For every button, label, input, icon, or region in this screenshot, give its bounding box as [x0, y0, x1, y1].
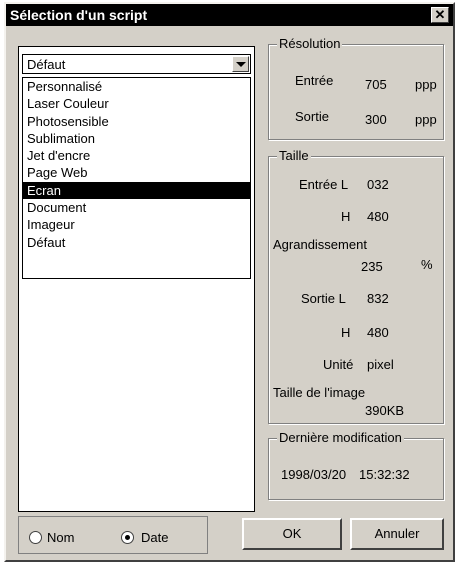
size-input-width-value: 032 — [367, 177, 389, 192]
resolution-output-value: 300 — [365, 112, 387, 127]
last-modified-group: Dernière modification 1998/03/20 15:32:3… — [268, 430, 444, 500]
size-output-height-label: H — [341, 325, 351, 340]
script-option[interactable]: Personnalisé — [23, 78, 250, 95]
sort-by-date-label[interactable]: Date — [141, 530, 168, 545]
script-option[interactable]: Page Web — [23, 164, 250, 181]
resolution-input-unit: ppp — [415, 77, 437, 92]
last-modified-time: 15:32:32 — [359, 467, 410, 482]
sort-by-date-radio[interactable] — [121, 531, 134, 544]
script-list-panel: Défaut Personnalisé Laser Couleur Photos… — [18, 46, 255, 512]
size-output-width-label: Sortie L — [301, 291, 346, 306]
image-size-value: 390KB — [365, 403, 405, 418]
script-combobox[interactable]: Défaut — [22, 54, 251, 74]
last-modified-date: 1998/03/20 — [281, 467, 347, 482]
script-option[interactable]: Jet d'encre — [23, 147, 250, 164]
sort-by-name-label[interactable]: Nom — [47, 530, 74, 545]
script-dropdown-list: Personnalisé Laser Couleur Photosensible… — [22, 77, 251, 279]
sort-by-name-radio[interactable] — [29, 531, 42, 544]
size-scale-value: 235 — [361, 259, 383, 274]
dialog-title: Sélection d'un script — [10, 7, 148, 23]
script-option[interactable]: Sublimation — [23, 130, 250, 147]
size-input-height-label: H — [341, 209, 351, 224]
close-button[interactable]: ✕ — [431, 7, 449, 23]
size-input-height-value: 480 — [367, 209, 389, 224]
size-unit-label: Unité — [323, 357, 354, 372]
size-group-title: Taille — [277, 148, 311, 163]
size-scale-unit: % — [421, 257, 433, 272]
script-option[interactable]: Imageur — [23, 216, 250, 233]
resolution-group: Résolution Entrée 705 ppp Sortie 300 ppp — [268, 36, 444, 140]
last-modified-title: Dernière modification — [277, 430, 404, 445]
resolution-input-label: Entrée — [295, 73, 334, 88]
title-bar: Sélection d'un script ✕ — [6, 4, 453, 26]
resolution-output-unit: ppp — [415, 112, 437, 127]
script-option[interactable]: Défaut — [23, 234, 250, 251]
cancel-button[interactable]: Annuler — [350, 518, 444, 550]
script-option[interactable]: Laser Couleur — [23, 95, 250, 112]
resolution-input-value: 705 — [365, 77, 387, 92]
script-option-selected[interactable]: Ecran — [23, 181, 250, 200]
size-group: Taille Entrée L 032 H 480 Agrandissement… — [268, 148, 444, 424]
size-input-width-label: Entrée L — [299, 177, 349, 192]
script-option[interactable]: Photosensible — [23, 113, 250, 130]
sort-radio-group: Nom Date — [18, 516, 208, 554]
ok-button[interactable]: OK — [242, 518, 342, 550]
size-unit-value: pixel — [367, 357, 394, 372]
chevron-down-icon[interactable] — [232, 56, 249, 72]
script-combobox-value: Défaut — [27, 57, 66, 72]
size-scale-label: Agrandissement — [273, 237, 367, 252]
close-icon: ✕ — [434, 7, 446, 22]
resolution-output-label: Sortie — [295, 109, 329, 124]
image-size-label: Taille de l'image — [273, 385, 366, 400]
script-option[interactable]: Document — [23, 199, 250, 216]
size-output-height-value: 480 — [367, 325, 389, 340]
resolution-group-title: Résolution — [277, 36, 343, 51]
size-output-width-value: 832 — [367, 291, 389, 306]
